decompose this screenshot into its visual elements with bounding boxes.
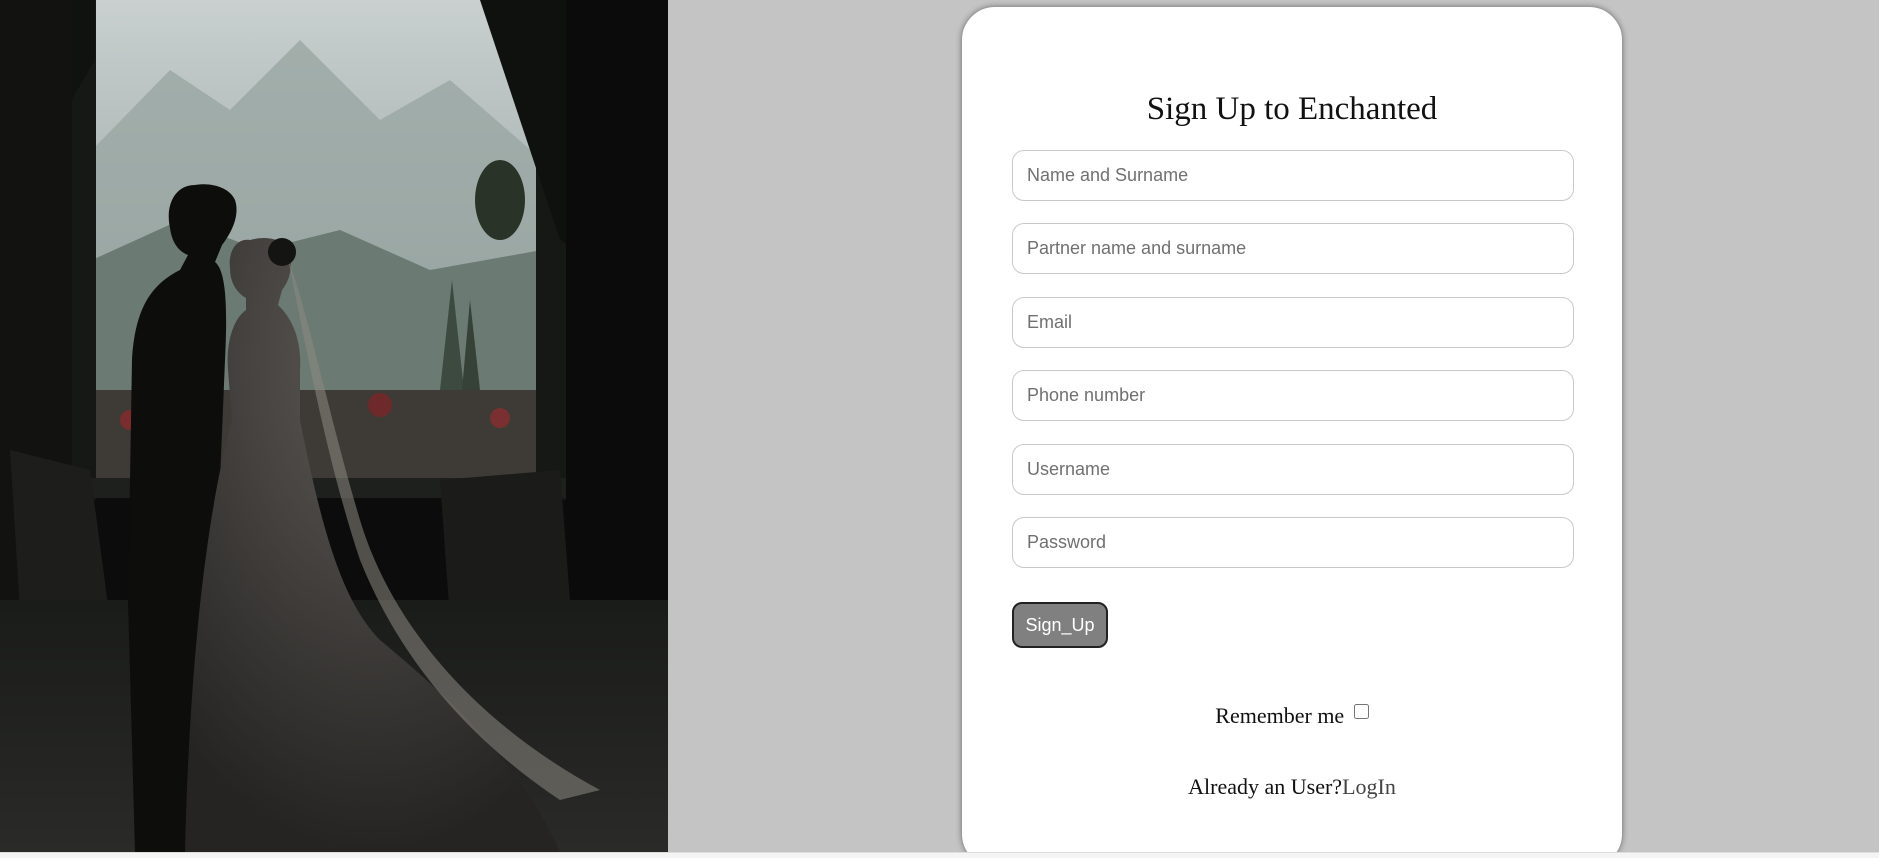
signup-title: Sign Up to Enchanted <box>1146 91 1438 127</box>
email-input[interactable] <box>1012 297 1574 348</box>
login-link[interactable]: LogIn <box>1342 774 1396 799</box>
remember-me-row: Remember me <box>962 703 1622 729</box>
login-prompt: Already an User?LogIn <box>962 774 1622 800</box>
phone-input[interactable] <box>1012 370 1574 421</box>
signup-button[interactable]: Sign_Up <box>1012 602 1108 648</box>
password-input[interactable] <box>1012 517 1574 568</box>
name-input[interactable] <box>1012 150 1574 201</box>
username-input[interactable] <box>1012 444 1574 495</box>
wedding-couple-image <box>0 0 668 852</box>
wedding-photo-illustration <box>0 0 668 852</box>
bottom-scrollbar <box>0 852 1879 858</box>
remember-me-label: Remember me <box>1215 703 1345 728</box>
partner-name-input[interactable] <box>1012 223 1574 274</box>
signup-card: Sign Up to Enchanted Sign_Up Remember me… <box>961 6 1623 858</box>
already-user-text: Already an User? <box>1188 774 1343 799</box>
page: Sign Up to Enchanted Sign_Up Remember me… <box>0 0 1879 858</box>
remember-me-checkbox[interactable] <box>1353 704 1369 719</box>
